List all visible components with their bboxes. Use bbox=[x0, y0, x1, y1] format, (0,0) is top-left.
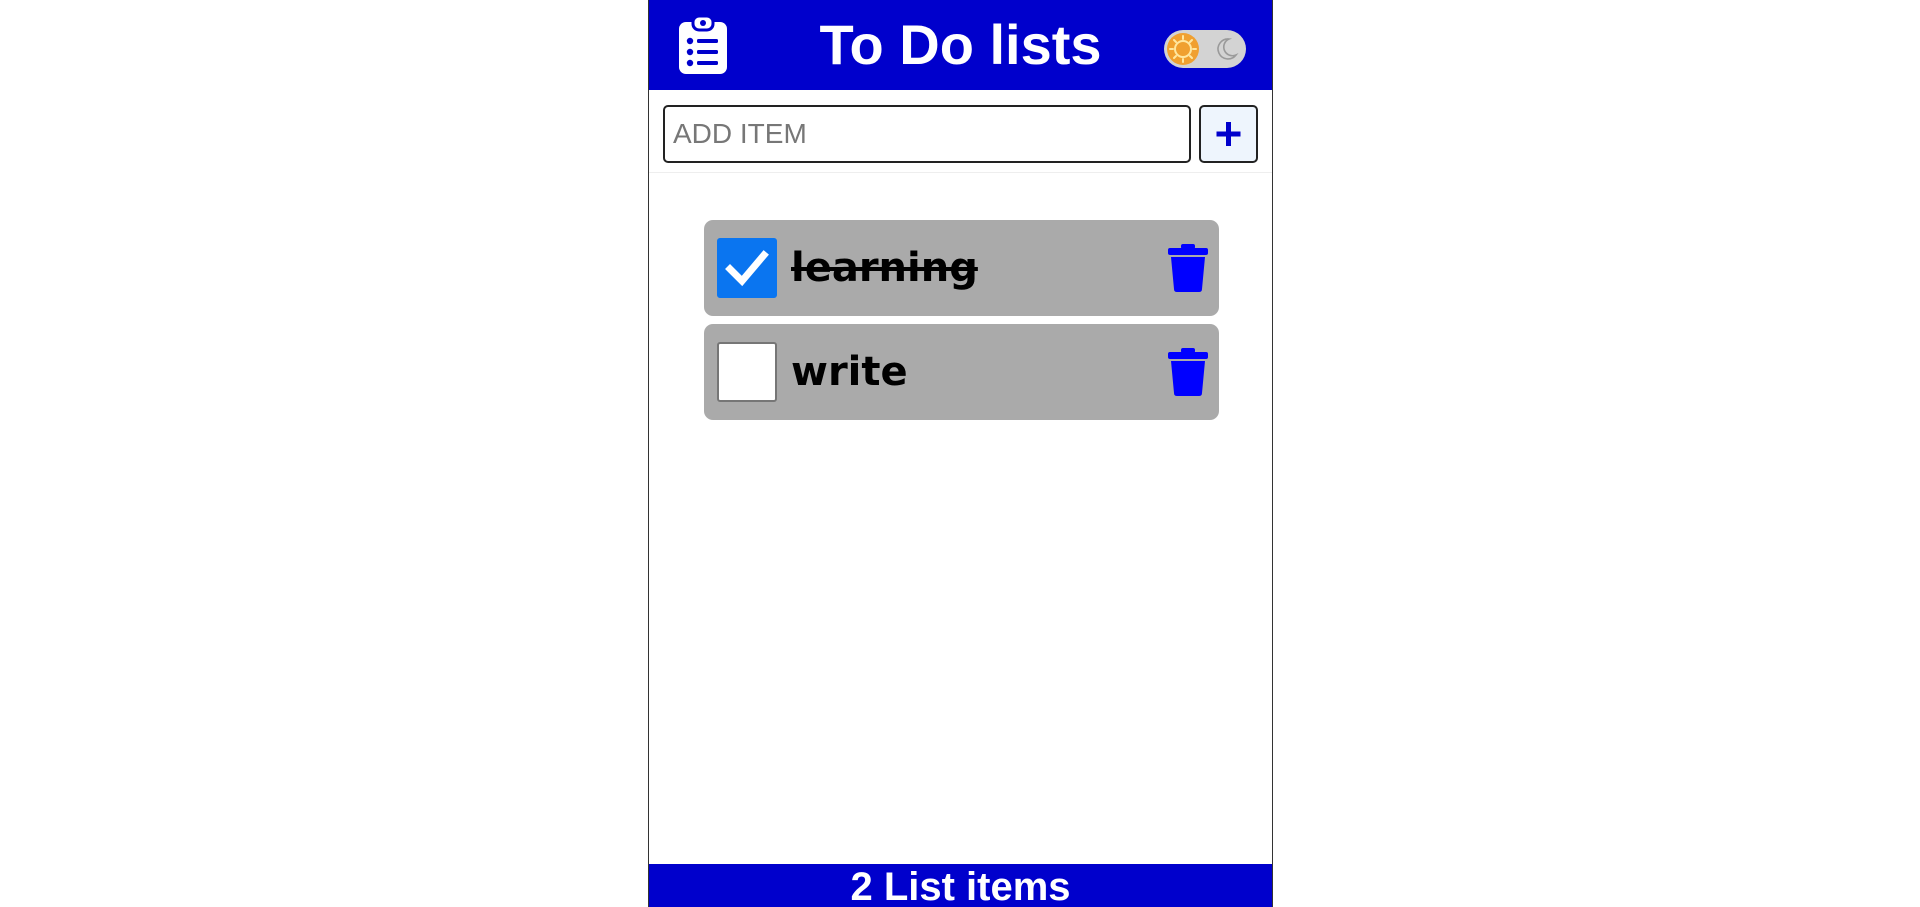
add-item-form bbox=[649, 90, 1272, 173]
app-container: To Do lists ADD ITEM learning write 2 Li… bbox=[648, 0, 1273, 907]
add-item-input[interactable] bbox=[663, 105, 1191, 163]
list-item: write bbox=[704, 324, 1219, 420]
add-item-button[interactable] bbox=[1199, 105, 1258, 163]
moon-icon bbox=[1217, 38, 1239, 60]
trash-icon[interactable] bbox=[1167, 244, 1209, 292]
trash-icon[interactable] bbox=[1167, 348, 1209, 396]
item-label: learning bbox=[791, 245, 978, 291]
plus-icon bbox=[1216, 122, 1241, 146]
item-checkbox[interactable] bbox=[717, 342, 777, 402]
item-count-footer: 2 List items bbox=[649, 864, 1272, 907]
list-item: learning bbox=[704, 220, 1219, 316]
theme-toggle[interactable] bbox=[1164, 30, 1246, 68]
item-label: write bbox=[791, 349, 908, 395]
sun-icon bbox=[1167, 33, 1199, 65]
item-checkbox[interactable] bbox=[717, 238, 777, 298]
check-icon bbox=[725, 250, 769, 287]
item-count-text: 2 List items bbox=[850, 865, 1071, 907]
todo-list: learning write bbox=[704, 220, 1219, 428]
app-header: To Do lists bbox=[649, 0, 1272, 90]
